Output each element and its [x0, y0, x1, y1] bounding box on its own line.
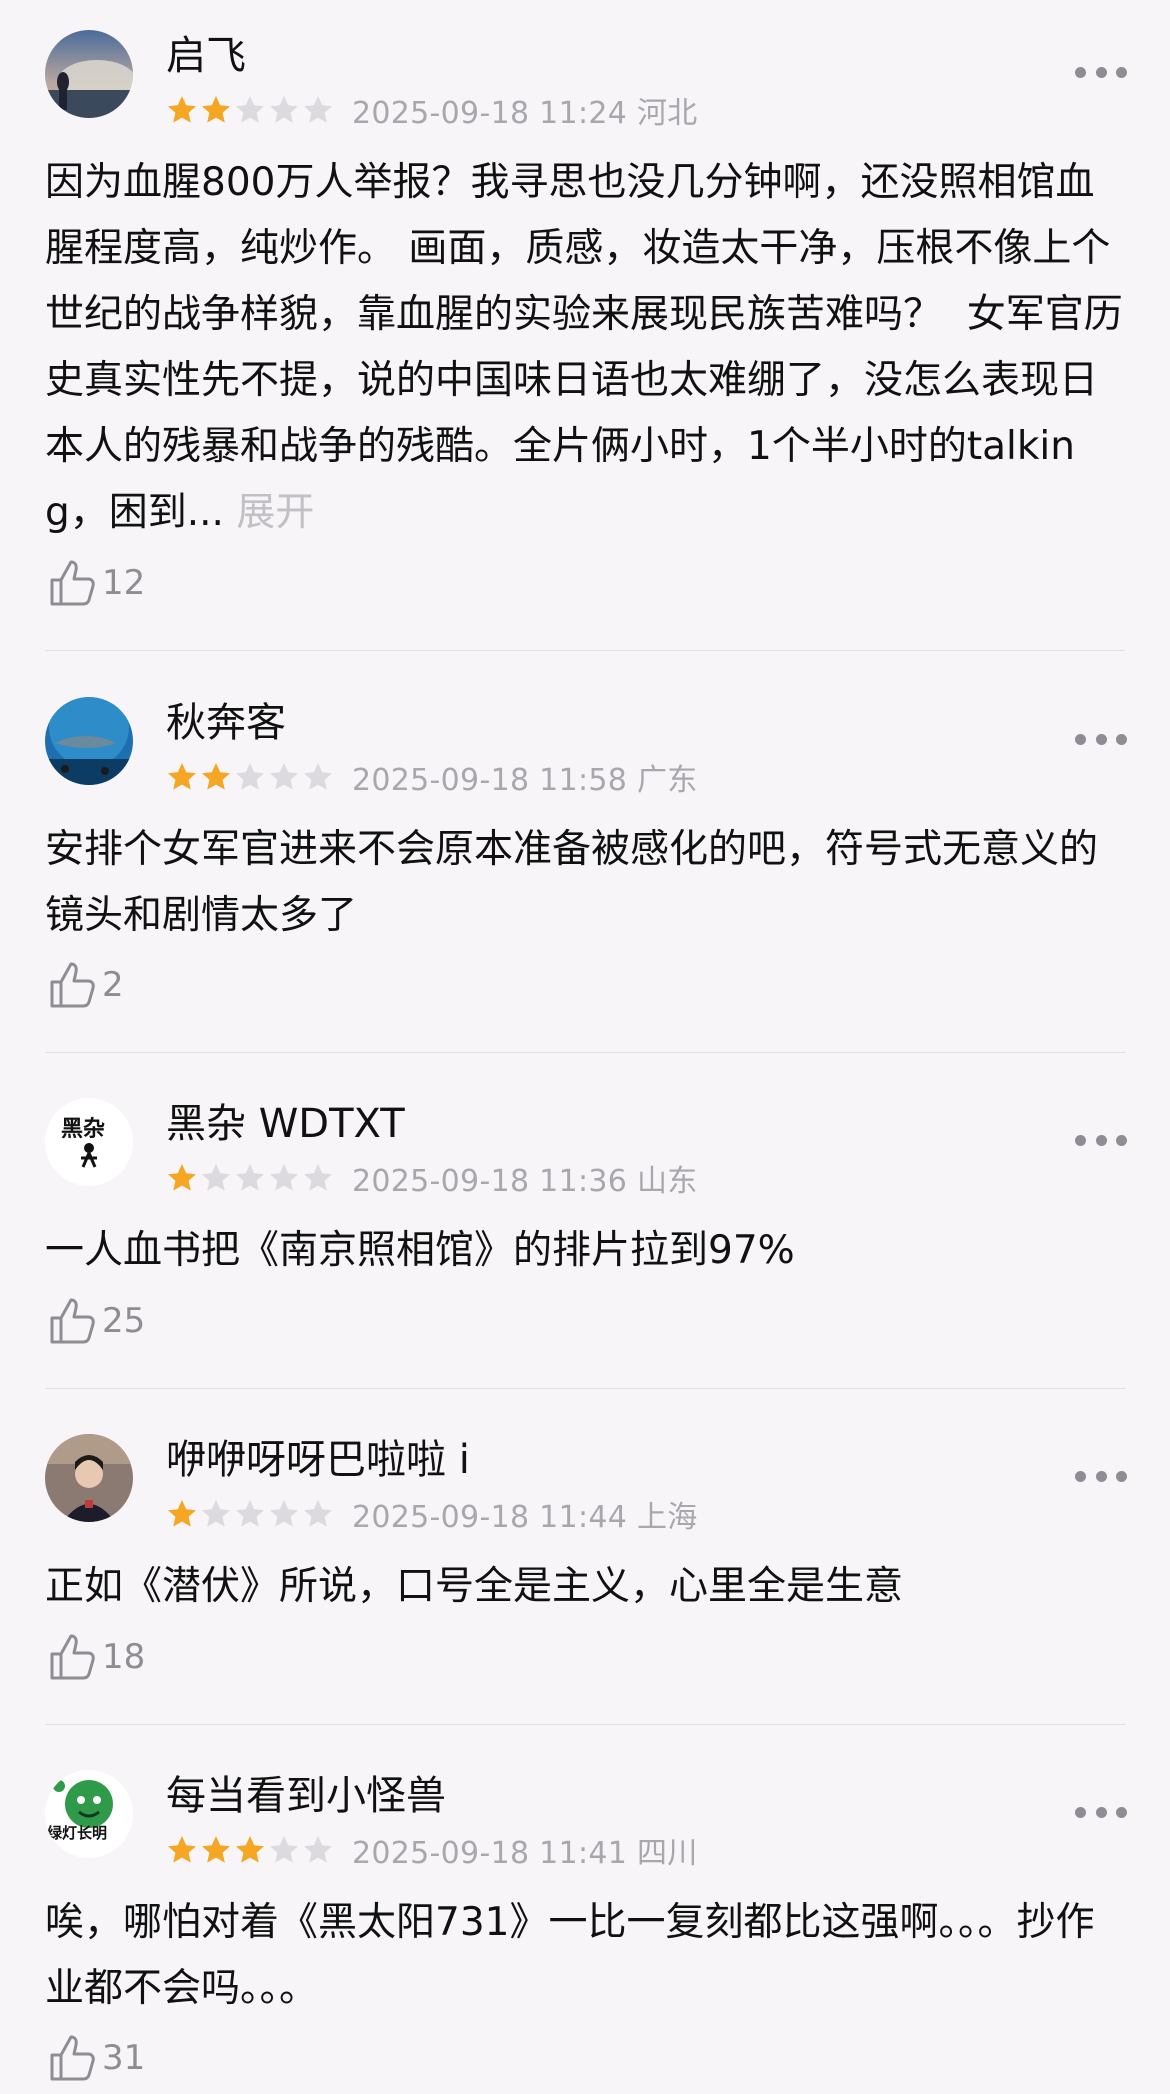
username[interactable]: 每当看到小怪兽 — [166, 1770, 446, 1822]
date-location: 2025-09-18 11:36 山东 — [352, 1164, 698, 1199]
divider — [45, 1388, 1125, 1389]
building-sunset-avatar-icon — [45, 30, 133, 118]
star-empty-icon — [304, 1500, 332, 1527]
review-meta: 2025-09-18 11:24 河北 — [166, 90, 698, 131]
star-empty-icon — [304, 96, 332, 123]
review-meta: 2025-09-18 11:44 上海 — [166, 1494, 698, 1535]
star-filled-icon — [168, 763, 196, 790]
person-photo-avatar-icon — [45, 1434, 133, 1522]
star-empty-icon — [270, 1836, 298, 1863]
star-rating — [166, 94, 336, 126]
star-filled-icon — [236, 1836, 264, 1863]
avatar-logo-text: 黑杂 — [61, 1117, 105, 1142]
more-options-icon[interactable] — [1075, 729, 1127, 749]
username[interactable]: 秋奔客 — [166, 697, 286, 749]
star-filled-icon — [168, 1164, 196, 1191]
thumbs-up-icon — [50, 962, 95, 1008]
star-filled-icon — [202, 1836, 230, 1863]
date-location: 2025-09-18 11:44 上海 — [352, 1500, 698, 1535]
more-options-icon[interactable] — [1075, 1802, 1127, 1822]
avatar-logo-text: 绿灯长明 — [47, 1824, 107, 1842]
star-empty-icon — [270, 1164, 298, 1191]
star-empty-icon — [270, 1500, 298, 1527]
review-card: 咿咿呀呀巴啦啦 i 2025-09-18 11:44 上海 正如《潜伏》所说，口… — [0, 1404, 1170, 1725]
review-card: 秋奔客 2025-09-18 11:58 广东 安排个女军官进来不会原本准备被感… — [0, 667, 1170, 1053]
black-white-logo-avatar-icon: 黑杂 — [45, 1098, 133, 1186]
user-avatar[interactable]: 绿灯长明 — [45, 1770, 133, 1858]
star-empty-icon — [236, 763, 264, 790]
star-filled-icon — [168, 1836, 196, 1863]
username[interactable]: 黑杂 WDTXT — [166, 1098, 405, 1150]
like-count: 18 — [102, 1637, 146, 1677]
star-rating — [166, 1498, 336, 1530]
username[interactable]: 启飞 — [166, 30, 246, 82]
like-button[interactable]: 2 — [48, 957, 124, 1013]
star-filled-icon — [202, 763, 230, 790]
star-empty-icon — [270, 96, 298, 123]
star-empty-icon — [202, 1500, 230, 1527]
star-filled-icon — [202, 96, 230, 123]
review-text-body: 因为血腥800万人举报？我寻思也没几分钟啊，还没照相馆血腥程度高，纯炒作。 画面… — [45, 160, 1123, 535]
green-cartoon-avatar-icon: 绿灯长明 — [45, 1770, 133, 1858]
thumbs-up-icon — [50, 1298, 95, 1344]
expand-link[interactable]: 展开 — [236, 490, 314, 535]
thumbs-up-icon — [50, 1634, 95, 1680]
more-options-icon[interactable] — [1075, 1130, 1127, 1150]
star-filled-icon — [168, 96, 196, 123]
date-location: 2025-09-18 11:58 广东 — [352, 763, 698, 798]
aquarium-avatar-icon — [45, 697, 133, 785]
star-filled-icon — [168, 1500, 196, 1527]
review-meta: 2025-09-18 11:58 广东 — [166, 757, 698, 798]
like-count: 25 — [102, 1301, 146, 1341]
like-button[interactable]: 25 — [48, 1293, 145, 1349]
star-rating — [166, 1834, 336, 1866]
review-text-body: 安排个女军官进来不会原本准备被感化的吧，符号式无意义的镜头和剧情太多了 — [45, 827, 1099, 938]
more-options-icon[interactable] — [1075, 62, 1127, 82]
star-empty-icon — [236, 96, 264, 123]
review-text-body: 唉，哪怕对着《黑太阳731》一比一复刻都比这强啊。。。抄作业都不会吗。。。 — [45, 1900, 1095, 2011]
review-card: 启飞 2025-09-18 11:24 河北 因为血腥800万人举报？我寻思也没… — [0, 0, 1170, 651]
like-button[interactable]: 31 — [48, 2030, 145, 2086]
thumbs-up-icon — [50, 2035, 95, 2081]
review-text: 正如《潜伏》所说，口号全是主义，心里全是生意 — [45, 1554, 1130, 1620]
review-text-body: 正如《潜伏》所说，口号全是主义，心里全是生意 — [45, 1564, 904, 1609]
star-empty-icon — [304, 763, 332, 790]
divider — [45, 1052, 1125, 1053]
like-count: 12 — [102, 563, 146, 603]
review-text: 唉，哪怕对着《黑太阳731》一比一复刻都比这强啊。。。抄作业都不会吗。。。 — [45, 1890, 1130, 2022]
review-text-body: 一人血书把《南京照相馆》的排片拉到97% — [45, 1228, 795, 1273]
divider — [45, 1724, 1125, 1725]
star-empty-icon — [236, 1500, 264, 1527]
like-button[interactable]: 12 — [48, 555, 145, 611]
date-location: 2025-09-18 11:24 河北 — [352, 96, 698, 131]
review-text: 一人血书把《南京照相馆》的排片拉到97% — [45, 1218, 1130, 1284]
user-avatar[interactable]: 黑杂 — [45, 1098, 133, 1186]
review-card: 黑杂 黑杂 WDTXT 2025-09-18 11:36 山东 一人血书把《南京… — [0, 1068, 1170, 1389]
user-avatar[interactable] — [45, 30, 133, 118]
user-avatar[interactable] — [45, 697, 133, 785]
star-empty-icon — [202, 1164, 230, 1191]
user-avatar[interactable] — [45, 1434, 133, 1522]
username[interactable]: 咿咿呀呀巴啦啦 i — [166, 1434, 470, 1486]
review-meta: 2025-09-18 11:41 四川 — [166, 1830, 698, 1871]
review-card: 绿灯长明 每当看到小怪兽 2025-09-18 11:41 四川 唉，哪怕对着《… — [0, 1740, 1170, 2094]
star-empty-icon — [304, 1164, 332, 1191]
divider — [45, 650, 1125, 651]
star-rating — [166, 1162, 336, 1194]
review-meta: 2025-09-18 11:36 山东 — [166, 1158, 698, 1199]
review-text: 安排个女军官进来不会原本准备被感化的吧，符号式无意义的镜头和剧情太多了 — [45, 817, 1130, 949]
more-options-icon[interactable] — [1075, 1466, 1127, 1486]
star-empty-icon — [236, 1164, 264, 1191]
review-text: 因为血腥800万人举报？我寻思也没几分钟啊，还没照相馆血腥程度高，纯炒作。 画面… — [45, 150, 1130, 546]
like-button[interactable]: 18 — [48, 1629, 145, 1685]
like-count: 2 — [102, 965, 124, 1005]
like-count: 31 — [102, 2038, 146, 2078]
star-empty-icon — [270, 763, 298, 790]
thumbs-up-icon — [50, 560, 95, 606]
star-empty-icon — [304, 1836, 332, 1863]
star-rating — [166, 761, 336, 793]
date-location: 2025-09-18 11:41 四川 — [352, 1836, 698, 1871]
